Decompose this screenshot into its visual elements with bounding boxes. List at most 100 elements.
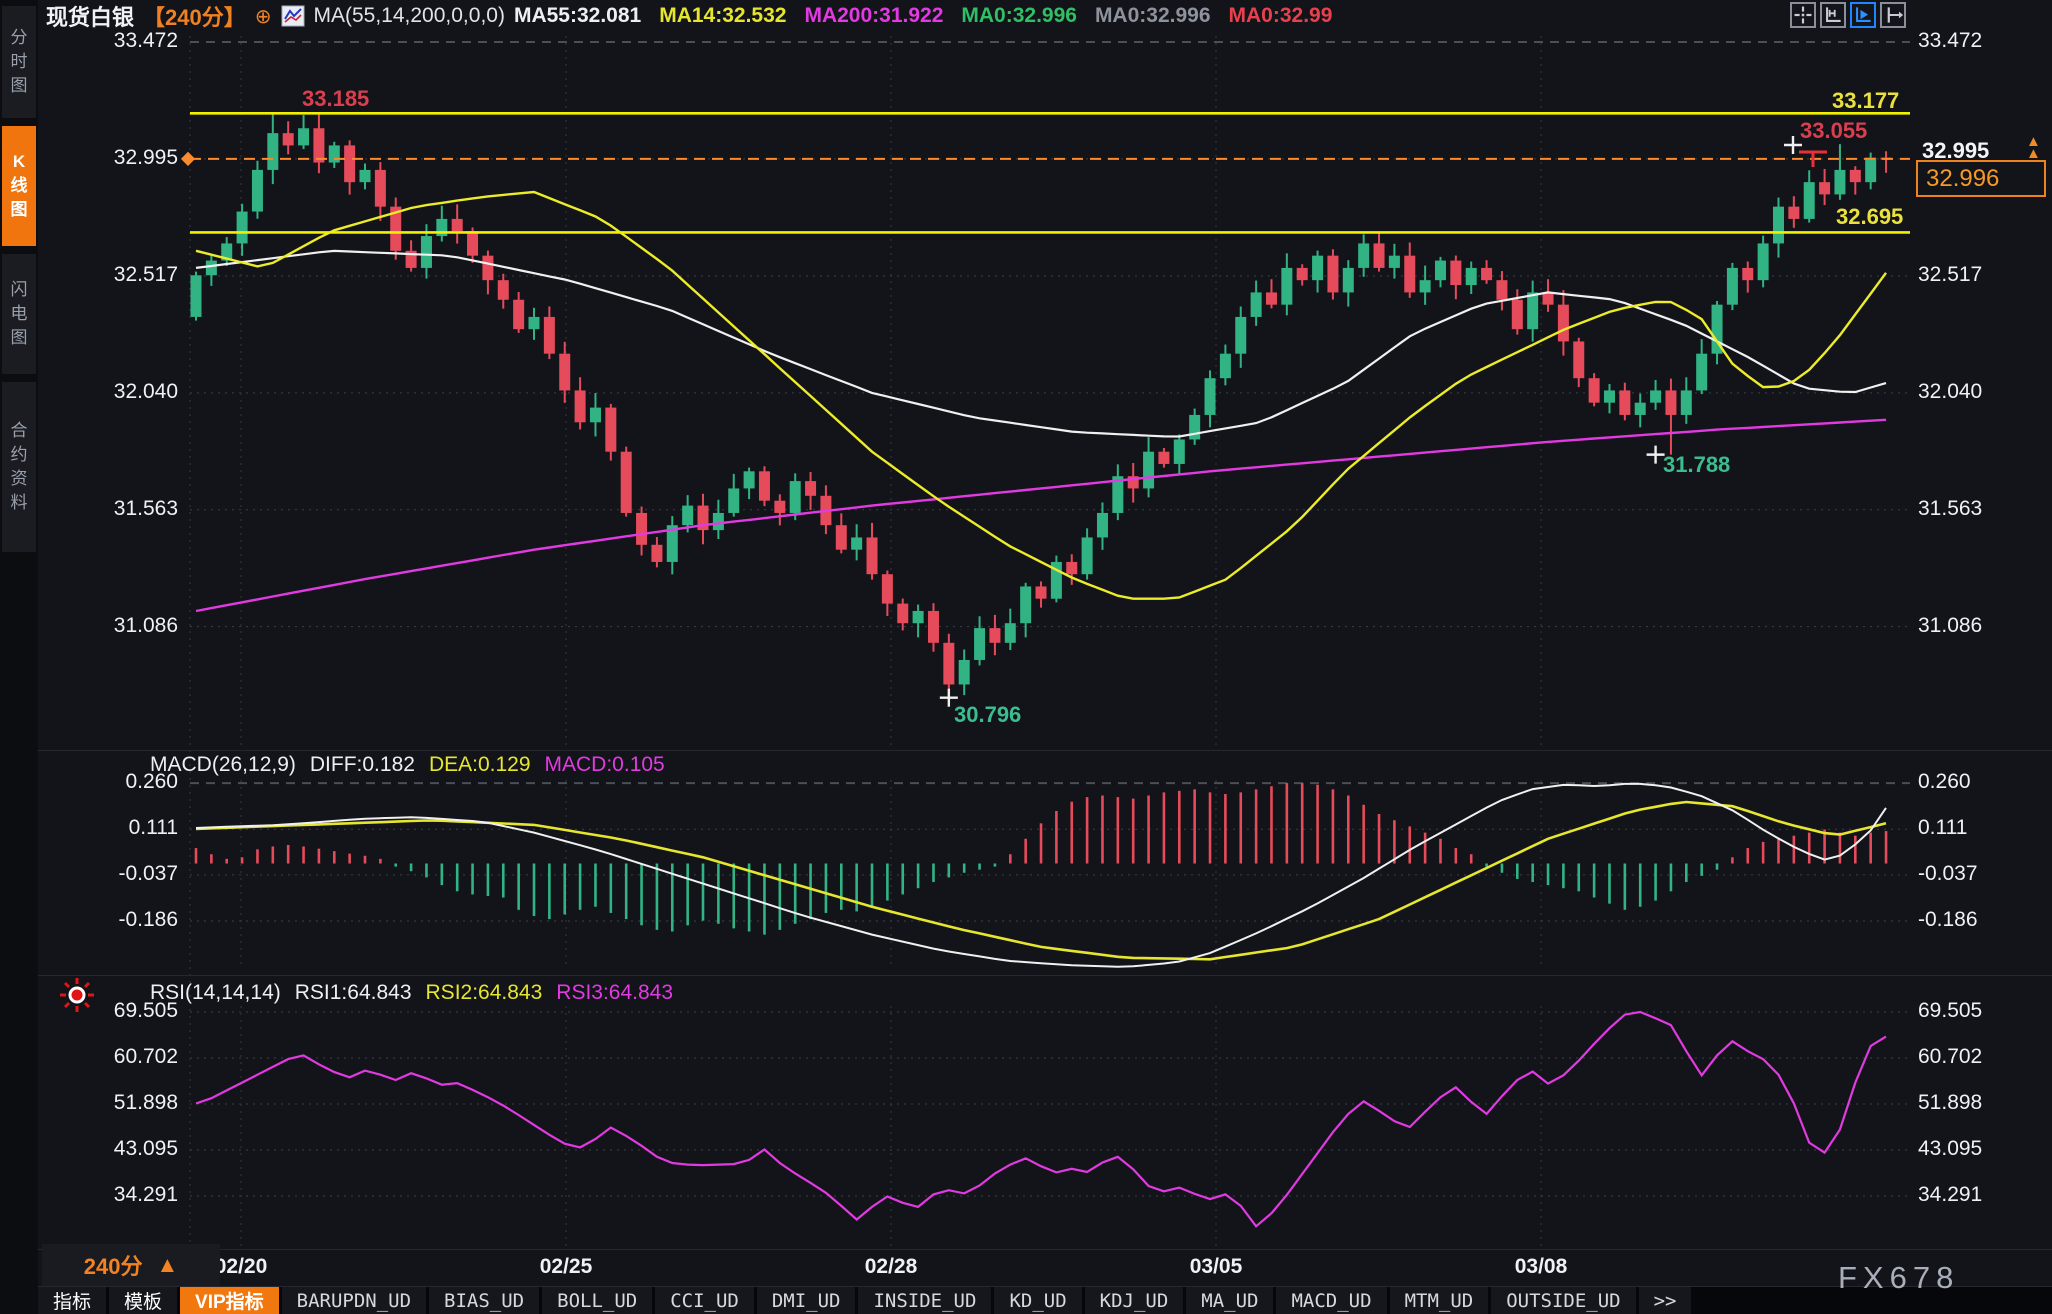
- sidebar-item-2[interactable]: K线图: [2, 126, 36, 246]
- panel-divider: [38, 975, 2052, 976]
- macd-dea-value: DEA:0.129: [429, 753, 531, 777]
- current-price-box: 32.996: [1916, 160, 2046, 197]
- sidebar-item-1[interactable]: 分时图: [2, 6, 36, 118]
- y-axis-label-right: 32.040: [1918, 380, 2052, 404]
- sidebar-item-char: 图: [11, 198, 28, 222]
- price-up-arrows-icon: ▲▲: [2026, 136, 2041, 160]
- resistance-price-label-right: 33.177: [1832, 88, 1899, 114]
- y-axis-label-right: 51.898: [1918, 1091, 2052, 1115]
- y-axis-label-right: -0.037: [1918, 862, 2052, 886]
- indicator-tab-14[interactable]: MTM_UD: [1390, 1287, 1489, 1314]
- date-label: 03/08: [1486, 1255, 1596, 1279]
- period-label: 240分: [84, 1249, 143, 1281]
- ma-value-6: MA0:32.99: [1229, 4, 1333, 28]
- rsi1-value: RSI1:64.843: [295, 981, 412, 1005]
- panel-divider: [38, 750, 2052, 751]
- sidebar-item-char: K: [13, 150, 25, 174]
- y-axis-label-left: 33.472: [44, 29, 178, 53]
- indicator-tab-1[interactable]: 指标: [38, 1287, 106, 1314]
- y-axis-label-right: 31.563: [1918, 497, 2052, 521]
- sidebar-item-char: 闪: [11, 278, 28, 302]
- y-axis-label-left: 51.898: [44, 1091, 178, 1115]
- y-axis-label-right: 0.260: [1918, 770, 2052, 794]
- period-selector[interactable]: 240分 ▲: [42, 1244, 220, 1286]
- ma-value-3: MA200:31.922: [804, 4, 943, 28]
- pan-crosshair-icon[interactable]: [1790, 2, 1816, 28]
- indicator-tab-15[interactable]: OUTSIDE_UD: [1491, 1287, 1635, 1314]
- watermark: FX678: [1838, 1260, 1959, 1296]
- macd-header: MACD(26,12,9) DIFF:0.182 DEA:0.129 MACD:…: [150, 753, 665, 777]
- sidebar-item-4[interactable]: 合约资料: [2, 382, 36, 552]
- indicator-tab-5[interactable]: BIAS_UD: [429, 1287, 539, 1314]
- rsi-header: RSI(14,14,14) RSI1:64.843 RSI2:64.843 RS…: [150, 981, 673, 1005]
- rsi2-value: RSI2:64.843: [426, 981, 543, 1005]
- indicator-tabbar: 指标模板VIP指标BARUPDN_UDBIAS_UDBOLL_UDCCI_UDD…: [38, 1287, 2052, 1314]
- date-label: 02/25: [511, 1255, 621, 1279]
- indicator-tab-13[interactable]: MACD_UD: [1276, 1287, 1386, 1314]
- indicator-tab-4[interactable]: BARUPDN_UD: [282, 1287, 426, 1314]
- y-axis-label-left: 32.995: [44, 146, 178, 170]
- sidebar-item-char: 电: [11, 302, 28, 326]
- y-axis-label-left: -0.037: [44, 862, 178, 886]
- y-axis-label-left: 43.095: [44, 1137, 178, 1161]
- ma-value-5: MA0:32.996: [1095, 4, 1211, 28]
- sidebar-item-char: 图: [11, 326, 28, 350]
- y-axis-label-right: 33.472: [1918, 29, 2052, 53]
- chart-canvas[interactable]: [0, 0, 2052, 1314]
- y-axis-label-right: 69.505: [1918, 999, 2052, 1023]
- period-up-arrow-icon: ▲: [156, 1252, 178, 1278]
- sidebar-item-char: 料: [11, 491, 28, 515]
- y-axis-label-left: 0.260: [44, 770, 178, 794]
- add-indicator-icon[interactable]: ⊕: [255, 4, 272, 29]
- more-tabs-button[interactable]: >>: [1639, 1287, 1692, 1314]
- ma-value-4: MA0:32.996: [961, 4, 1077, 28]
- sidebar-item-char: 时: [11, 50, 28, 74]
- indicator-tab-10[interactable]: KD_UD: [994, 1287, 1081, 1314]
- y-axis-label-left: 34.291: [44, 1183, 178, 1207]
- y-axis-label-right: 60.702: [1918, 1045, 2052, 1069]
- scale-horizontal-icon[interactable]: [1820, 2, 1846, 28]
- indicator-tab-12[interactable]: MA_UD: [1186, 1287, 1273, 1314]
- x-axis-dates: 02/2002/2502/2803/0503/08: [38, 1250, 2052, 1286]
- sidebar-item-char: 约: [11, 443, 28, 467]
- macd-diff-value: DIFF:0.182: [310, 753, 415, 777]
- y-axis-label-right: 43.095: [1918, 1137, 2052, 1161]
- indicator-tab-3[interactable]: VIP指标: [180, 1287, 279, 1314]
- indicator-tab-8[interactable]: DMI_UD: [757, 1287, 856, 1314]
- y-axis-label-left: 60.702: [44, 1045, 178, 1069]
- y-axis-label-left: 31.086: [44, 614, 178, 638]
- play-axis-icon[interactable]: [1850, 2, 1876, 28]
- date-label: 02/28: [836, 1255, 946, 1279]
- sidebar-item-char: 图: [11, 74, 28, 98]
- y-axis-label-right: 31.086: [1918, 614, 2052, 638]
- sidebar-item-3[interactable]: 闪电图: [2, 254, 36, 374]
- shift-axis-icon[interactable]: [1880, 2, 1906, 28]
- y-axis-label-left: 0.111: [44, 816, 178, 840]
- ma-value-2: MA14:32.532: [659, 4, 786, 28]
- sidebar-item-char: 线: [11, 174, 28, 198]
- resistance-price-label-left: 33.185: [302, 86, 369, 112]
- ma-settings: MA(55,14,200,0,0,0): [314, 4, 505, 28]
- indicator-tab-11[interactable]: KDJ_UD: [1085, 1287, 1184, 1314]
- swing-low-label: 30.796: [954, 702, 1021, 728]
- chart-type-sidebar: 分时图K线图闪电图合约资料: [0, 0, 38, 1314]
- indicator-tab-2[interactable]: 模板: [109, 1287, 177, 1314]
- chart-header: 现货白银 【240分】 ⊕ MA(55,14,200,0,0,0) MA55:3…: [46, 3, 1332, 29]
- indicator-tab-6[interactable]: BOLL_UD: [542, 1287, 652, 1314]
- y-axis-label-left: 32.040: [44, 380, 178, 404]
- y-axis-label-right: -0.186: [1918, 908, 2052, 932]
- y-axis-label-left: 69.505: [44, 999, 178, 1023]
- period-tag[interactable]: 【240分】: [143, 0, 246, 32]
- swing-high-label: 33.055: [1800, 118, 1867, 144]
- ma-value-1: MA55:32.081: [514, 4, 641, 28]
- ma-values: MA55:32.081 MA14:32.532 MA200:31.922 MA0:32…: [514, 4, 1332, 28]
- indicator-tab-9[interactable]: INSIDE_UD: [858, 1287, 991, 1314]
- y-axis-label-right: 0.111: [1918, 816, 2052, 840]
- y-axis-label-left: 31.563: [44, 497, 178, 521]
- trading-app-window: 分时图K线图闪电图合约资料 现货白银 【240分】 ⊕ MA(55,14,200…: [0, 0, 2052, 1314]
- indicator-tab-7[interactable]: CCI_UD: [655, 1287, 754, 1314]
- y-axis-label-left: -0.186: [44, 908, 178, 932]
- macd-macd-value: MACD:0.105: [545, 753, 665, 777]
- y-axis-label-right: 32.517: [1918, 263, 2052, 287]
- date-label: 03/05: [1161, 1255, 1271, 1279]
